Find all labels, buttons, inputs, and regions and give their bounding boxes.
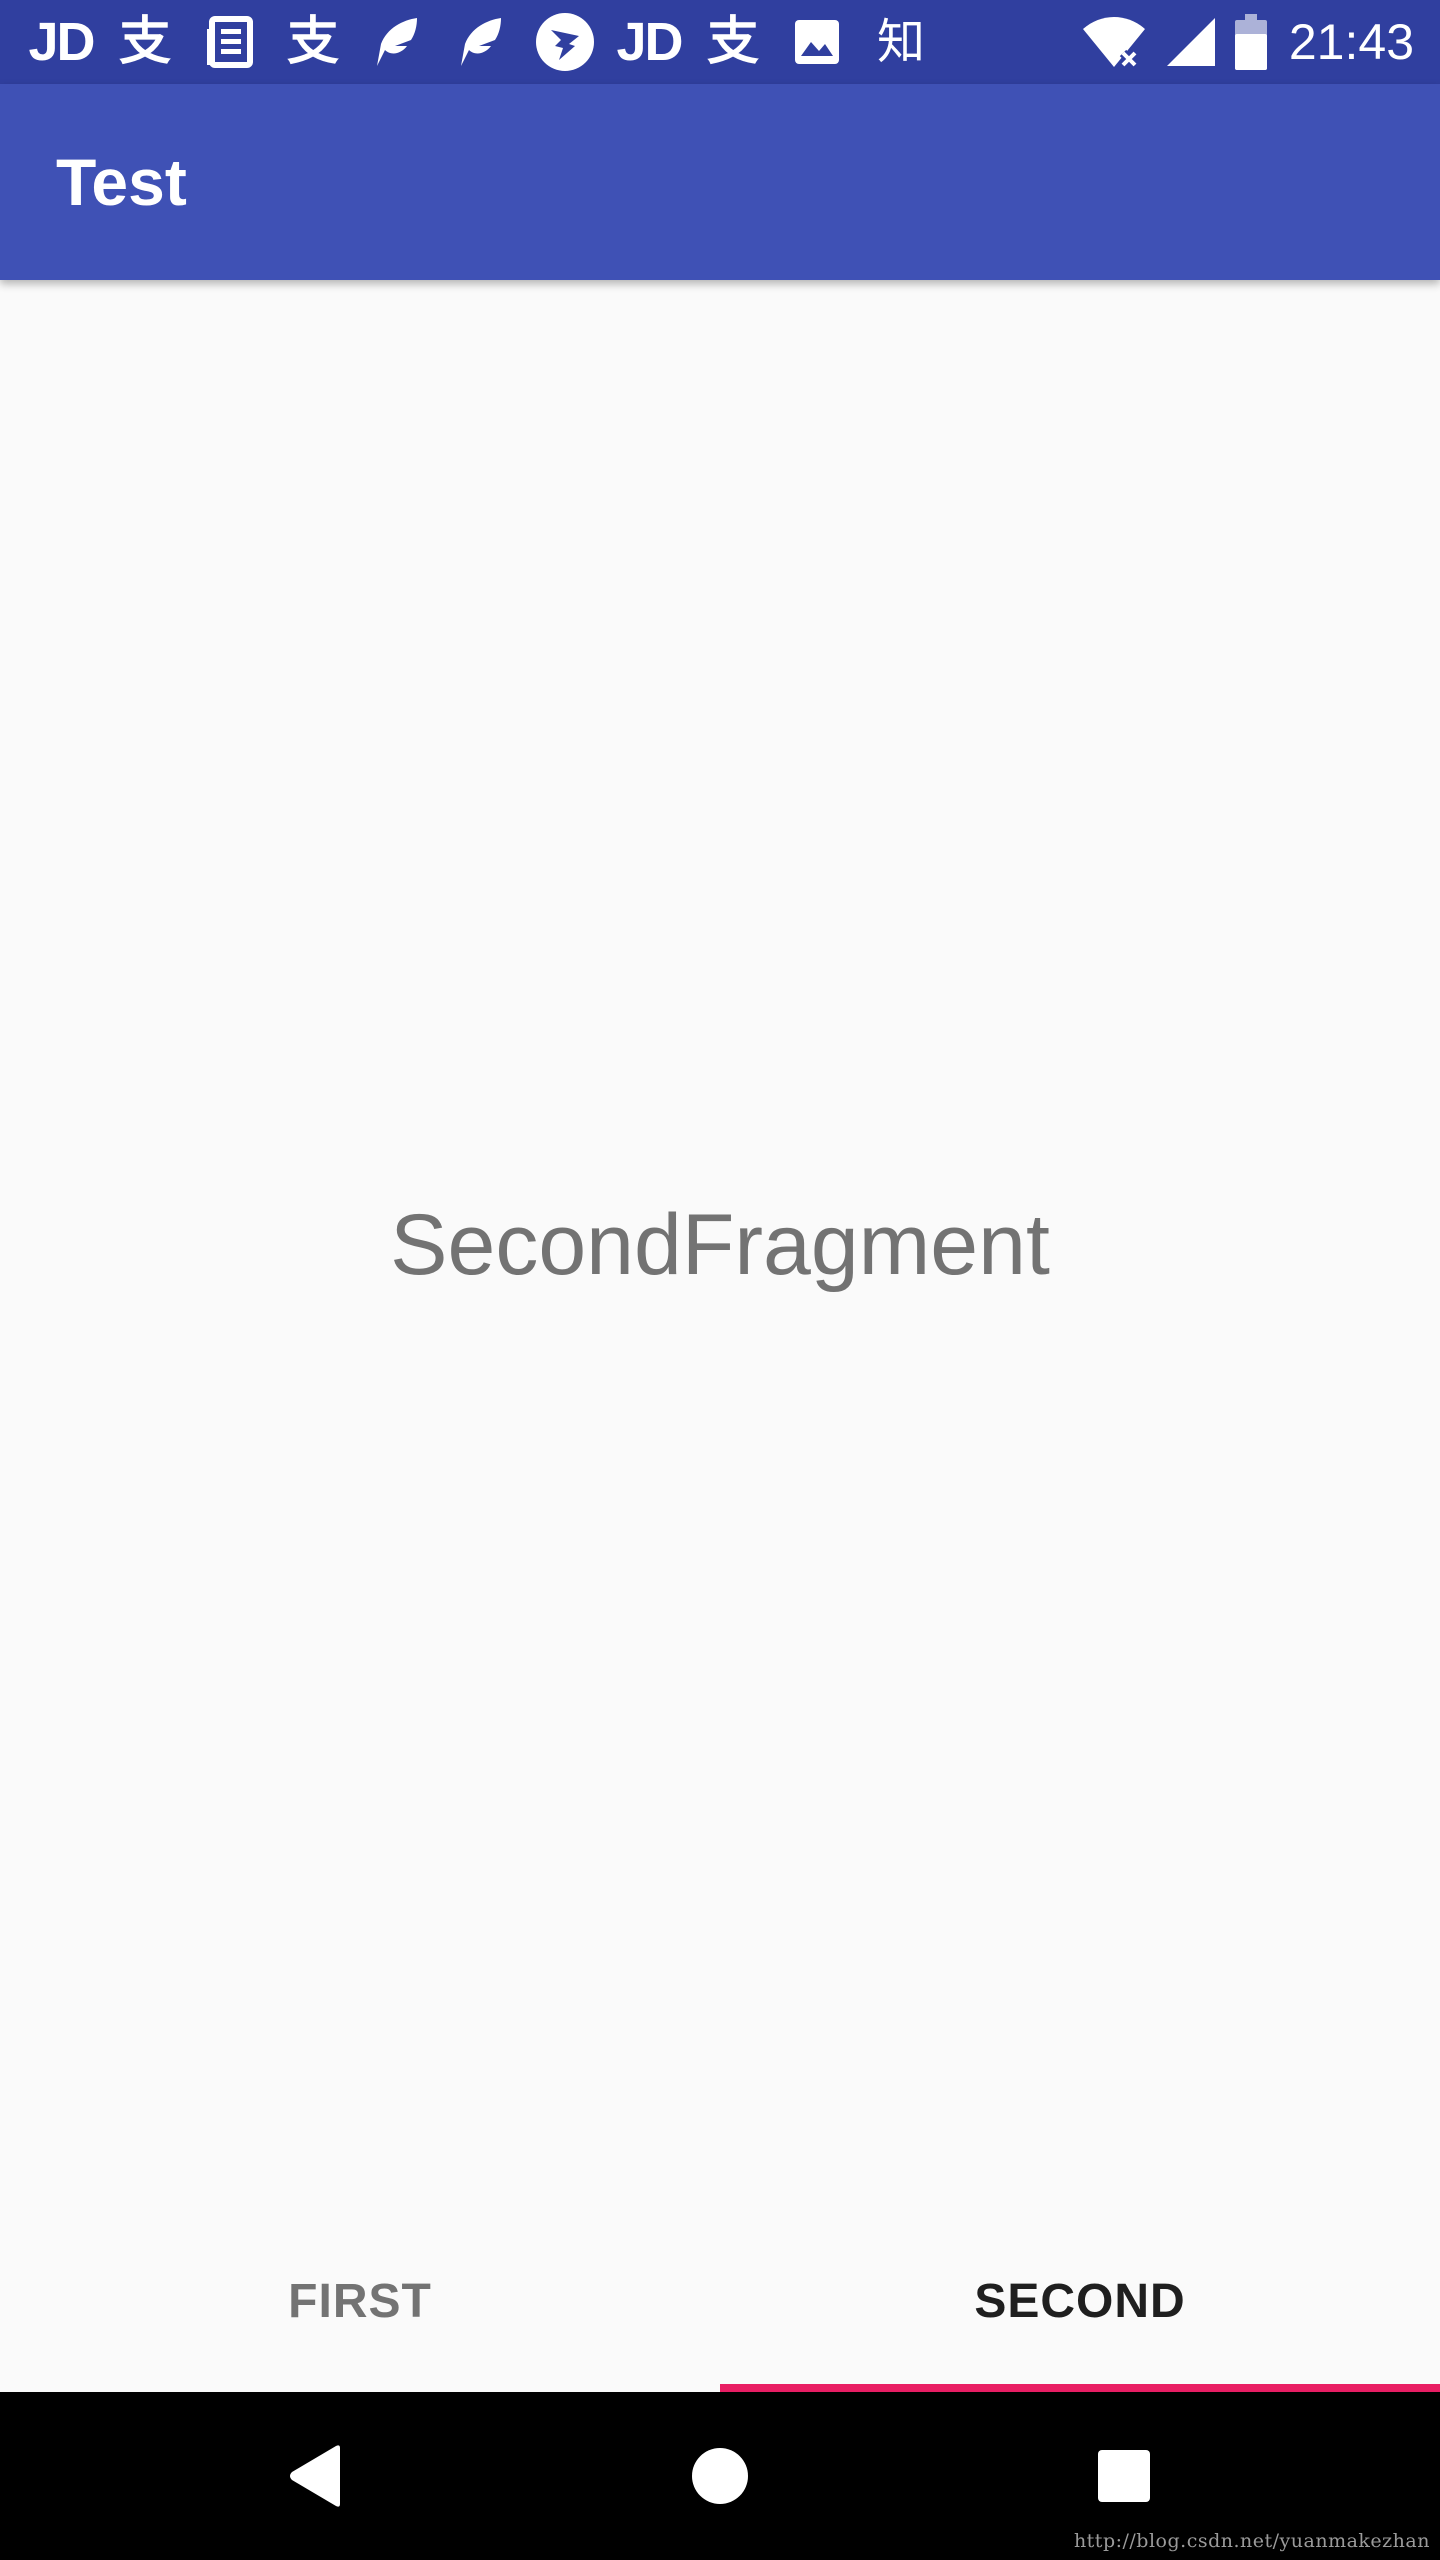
news-icon: [198, 0, 260, 84]
watermark: http://blog.csdn.net/yuanmakezhan: [1073, 2530, 1430, 2552]
status-bar: JD 支 支 JD 支 知 21:43: [0, 0, 1440, 84]
fragment-label: SecondFragment: [390, 1196, 1050, 1293]
tab-second[interactable]: SECOND: [720, 2210, 1440, 2392]
alipay-icon: 支: [706, 12, 759, 72]
dingtalk-icon: [534, 0, 596, 84]
home-button[interactable]: [620, 2392, 820, 2560]
app-bar: Test: [0, 84, 1440, 280]
tab-bar: FIRST SECOND: [0, 2210, 1440, 2392]
system-status: 21:43: [1063, 0, 1414, 84]
alipay-icon: 支: [118, 12, 171, 72]
back-triangle-icon: [290, 2445, 340, 2507]
image-icon: [786, 0, 848, 84]
status-time: 21:43: [1288, 14, 1414, 70]
tab-label: SECOND: [974, 2274, 1186, 2328]
feather-icon: [366, 0, 428, 84]
tab-label: FIRST: [288, 2274, 432, 2328]
back-button[interactable]: [216, 2392, 416, 2560]
jd-icon: JD: [616, 12, 683, 72]
feather-icon: [450, 0, 512, 84]
battery-icon: [1234, 14, 1267, 70]
cell-signal-icon: [1165, 16, 1217, 68]
jd-icon: JD: [28, 12, 95, 72]
notification-icons: JD 支 支 JD 支 知: [28, 0, 954, 84]
zhihu-icon: 知: [876, 14, 925, 70]
navigation-bar: http://blog.csdn.net/yuanmakezhan: [0, 2392, 1440, 2560]
tab-first[interactable]: FIRST: [0, 2210, 720, 2392]
alipay-icon: 支: [286, 12, 339, 72]
wifi-no-internet-icon: [1081, 15, 1147, 69]
recents-square-icon: [1098, 2450, 1150, 2502]
home-circle-icon: [692, 2448, 748, 2504]
fragment-container: SecondFragment: [0, 280, 1440, 2210]
page-title: Test: [56, 145, 187, 219]
tab-indicator: [720, 2384, 1440, 2392]
